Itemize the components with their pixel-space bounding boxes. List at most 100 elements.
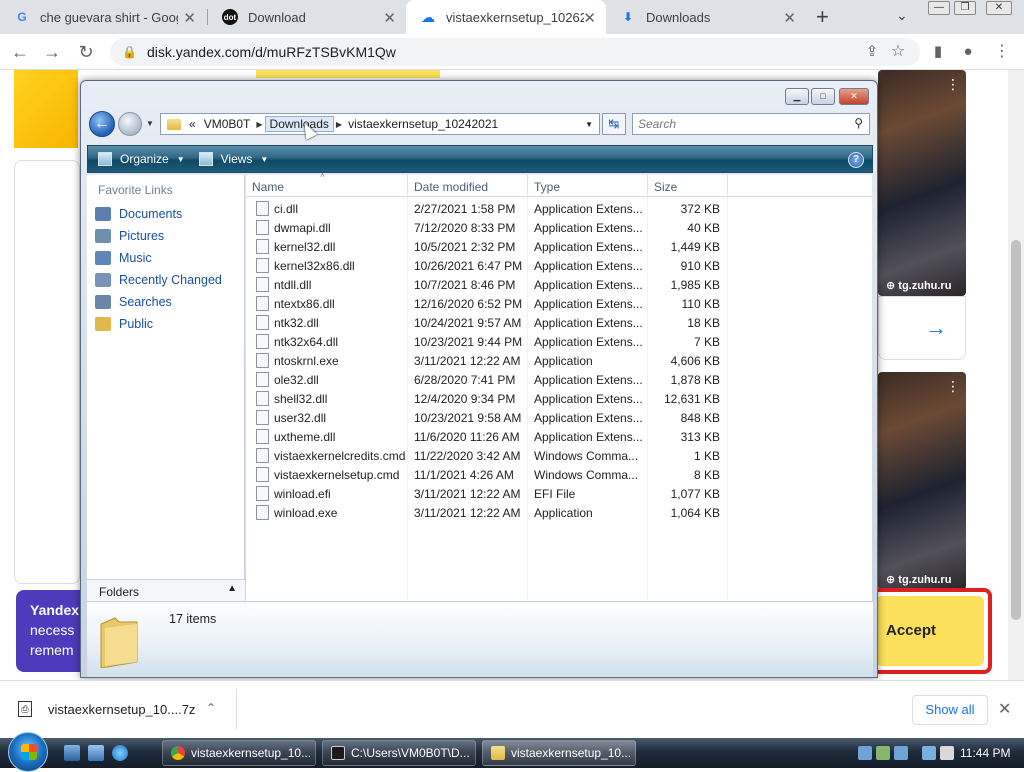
table-row[interactable]: user32.dll 10/23/2021 9:58 AM Application … (246, 408, 872, 427)
table-row[interactable]: uxtheme.dll 11/6/2020 11:26 AM Application… (246, 427, 872, 446)
breadcrumb-item[interactable]: vistaexkernsetup_10242021 (344, 117, 502, 131)
help-icon[interactable]: ? (848, 152, 864, 168)
ad-card[interactable]: → (878, 296, 966, 360)
side-panel-icon[interactable]: ▮ (926, 40, 950, 64)
history-chevron-icon[interactable]: ▼ (146, 119, 154, 128)
switch-windows-icon[interactable] (88, 745, 104, 761)
table-row[interactable]: ci.dll 2/27/2021 1:58 PM Application Exten… (246, 199, 872, 218)
fav-link-public[interactable]: Public (95, 317, 153, 331)
show-all-button[interactable]: Show all (912, 695, 988, 725)
tab-yandex-disk[interactable]: ☁ vistaexkernsetup_102620 ✕ (406, 0, 606, 34)
maximize-icon[interactable]: □ (811, 88, 835, 105)
forward-arrow-icon[interactable]: → (40, 40, 64, 64)
close-tab-icon[interactable]: ✕ (383, 9, 396, 27)
table-row[interactable]: ntk32x64.dll 10/23/2021 9:44 PM Applicatio… (246, 332, 872, 351)
network-icon[interactable] (922, 746, 936, 760)
breadcrumb-item[interactable]: Downloads (264, 116, 334, 132)
table-row[interactable]: kernel32x86.dll 10/26/2021 6:47 PM Applica… (246, 256, 872, 275)
restore-icon[interactable]: ❐ (954, 1, 976, 15)
address-bar[interactable]: 🔒 disk.yandex.com/d/muRFzTSBvKM1Qw (110, 38, 920, 66)
forward-arrow-icon[interactable] (118, 112, 142, 136)
column-date-modified[interactable]: Date modified (408, 175, 528, 197)
download-item[interactable]: ⎙ vistaexkernsetup_10....7z (18, 701, 195, 717)
table-row[interactable]: ntk32.dll 10/24/2021 9:57 AM Application E… (246, 313, 872, 332)
tab-google-search[interactable]: G che guevara shirt - Googl ✕ (0, 0, 206, 34)
table-row[interactable]: ole32.dll 6/28/2020 7:41 PM Application Ex… (246, 370, 872, 389)
explorer-address-bar[interactable]: « VM0B0T ▶ Downloads ▶ vistaexkernsetup_… (160, 113, 600, 135)
dll-file-icon (256, 410, 269, 425)
table-row[interactable]: shell32.dll 12/4/2020 9:34 PM Application … (246, 389, 872, 408)
show-desktop-icon[interactable] (64, 745, 80, 761)
search-icon[interactable]: ⚲ (854, 116, 863, 130)
file-name: ntdll.dll (274, 278, 312, 292)
fav-link-documents[interactable]: Documents (95, 207, 182, 221)
accept-button[interactable]: Accept (876, 596, 984, 666)
back-arrow-icon[interactable]: ← (8, 40, 32, 64)
ad-thumbnail[interactable]: ⋮ ⊕ tg.zuhu.ru (878, 70, 966, 296)
taskbar-item-7zip[interactable]: C:\Users\VM0B0T\D... (322, 740, 476, 766)
table-row[interactable]: winload.exe 3/11/2021 12:22 AM Application… (246, 503, 872, 522)
column-size[interactable]: Size (648, 175, 728, 197)
table-row[interactable]: kernel32.dll 10/5/2021 2:32 PM Application… (246, 237, 872, 256)
volume-muted-icon[interactable] (940, 746, 954, 760)
refresh-icon[interactable]: ↹ (602, 113, 626, 135)
tray-icon[interactable] (876, 746, 890, 760)
scrollbar-thumb[interactable] (1011, 240, 1021, 620)
taskbar-item-chrome[interactable]: vistaexkernsetup_10... (162, 740, 316, 766)
bookmark-star-icon[interactable]: ☆ (886, 40, 910, 64)
more-options-icon[interactable]: ⋮ (946, 76, 960, 93)
close-window-icon[interactable]: ✕ (986, 1, 1012, 15)
tray-icon[interactable] (858, 746, 872, 760)
reload-icon[interactable]: ↻ (74, 40, 98, 64)
share-icon[interactable]: ⇪ (860, 40, 884, 64)
clock[interactable]: 11:44 PM (960, 746, 1010, 760)
close-tab-icon[interactable]: ✕ (783, 9, 796, 27)
start-button[interactable] (8, 732, 48, 772)
folders-toggle[interactable]: Folders ▲ (87, 579, 245, 601)
organize-button[interactable]: Organize ▼ (98, 152, 185, 166)
table-row[interactable]: dwmapi.dll 7/12/2020 8:33 PM Application E… (246, 218, 872, 237)
explorer-search-input[interactable]: Search ⚲ (632, 113, 870, 135)
breadcrumb-arrow-icon[interactable]: ▶ (254, 120, 264, 129)
file-type: Application Extens... (534, 316, 643, 330)
menu-kebab-icon[interactable]: ⋮ (990, 40, 1014, 64)
address-dropdown-icon[interactable]: ▼ (585, 120, 593, 129)
column-name[interactable]: Name ˄ (246, 171, 408, 197)
table-row[interactable]: ntoskrnl.exe 3/11/2021 12:22 AM Applicatio… (246, 351, 872, 370)
table-row[interactable]: vistaexkernelcredits.cmd 11/22/2020 3:42 … (246, 446, 872, 465)
new-tab-button[interactable]: + (816, 4, 829, 30)
tab-download[interactable]: dot Download ✕ (208, 0, 406, 34)
page-scrollbar[interactable] (1008, 70, 1024, 680)
close-window-icon[interactable]: ✕ (839, 88, 869, 105)
minimize-icon[interactable]: — (928, 1, 950, 15)
close-tab-icon[interactable]: ✕ (183, 9, 196, 27)
breadcrumb-overflow[interactable]: « (185, 117, 200, 131)
arrow-right-icon[interactable]: → (925, 315, 947, 341)
ad-thumbnail[interactable]: ⋮ ⊕ tg.zuhu.ru (878, 372, 966, 590)
download-button-edge[interactable] (256, 70, 440, 78)
profile-avatar-icon[interactable]: ● (956, 40, 980, 64)
fav-link-searches[interactable]: Searches (95, 295, 172, 309)
column-type[interactable]: Type (528, 175, 648, 197)
table-row[interactable]: ntextx86.dll 12/16/2020 6:52 PM Applicatio… (246, 294, 872, 313)
views-button[interactable]: Views ▼ (198, 152, 268, 166)
taskbar-item-explorer[interactable]: vistaexkernsetup_10... (482, 740, 636, 766)
internet-explorer-icon[interactable] (112, 745, 128, 761)
breadcrumb-arrow-icon[interactable]: ▶ (334, 120, 344, 129)
tray-icon[interactable] (894, 746, 908, 760)
tab-search-chevron-icon[interactable]: ⌄ (896, 7, 908, 24)
chevron-up-icon[interactable]: ⌃ (206, 701, 216, 715)
minimize-icon[interactable]: ▁ (785, 88, 809, 105)
table-row[interactable]: ntdll.dll 10/7/2021 8:46 PM Application Ex… (246, 275, 872, 294)
breadcrumb-item[interactable]: VM0B0T (200, 117, 255, 131)
fav-link-music[interactable]: Music (95, 251, 152, 265)
fav-link-pictures[interactable]: Pictures (95, 229, 164, 243)
back-arrow-icon[interactable]: ← (89, 111, 115, 137)
close-tab-icon[interactable]: ✕ (583, 9, 596, 27)
fav-link-recently-changed[interactable]: Recently Changed (95, 273, 222, 287)
close-icon[interactable]: ✕ (998, 699, 1011, 719)
table-row[interactable]: vistaexkernelsetup.cmd 11/1/2021 4:26 AM W… (246, 465, 872, 484)
more-options-icon[interactable]: ⋮ (946, 378, 960, 395)
tab-downloads[interactable]: ⬇ Downloads ✕ (606, 0, 806, 34)
table-row[interactable]: winload.efi 3/11/2021 12:22 AM EFI File 1,0… (246, 484, 872, 503)
